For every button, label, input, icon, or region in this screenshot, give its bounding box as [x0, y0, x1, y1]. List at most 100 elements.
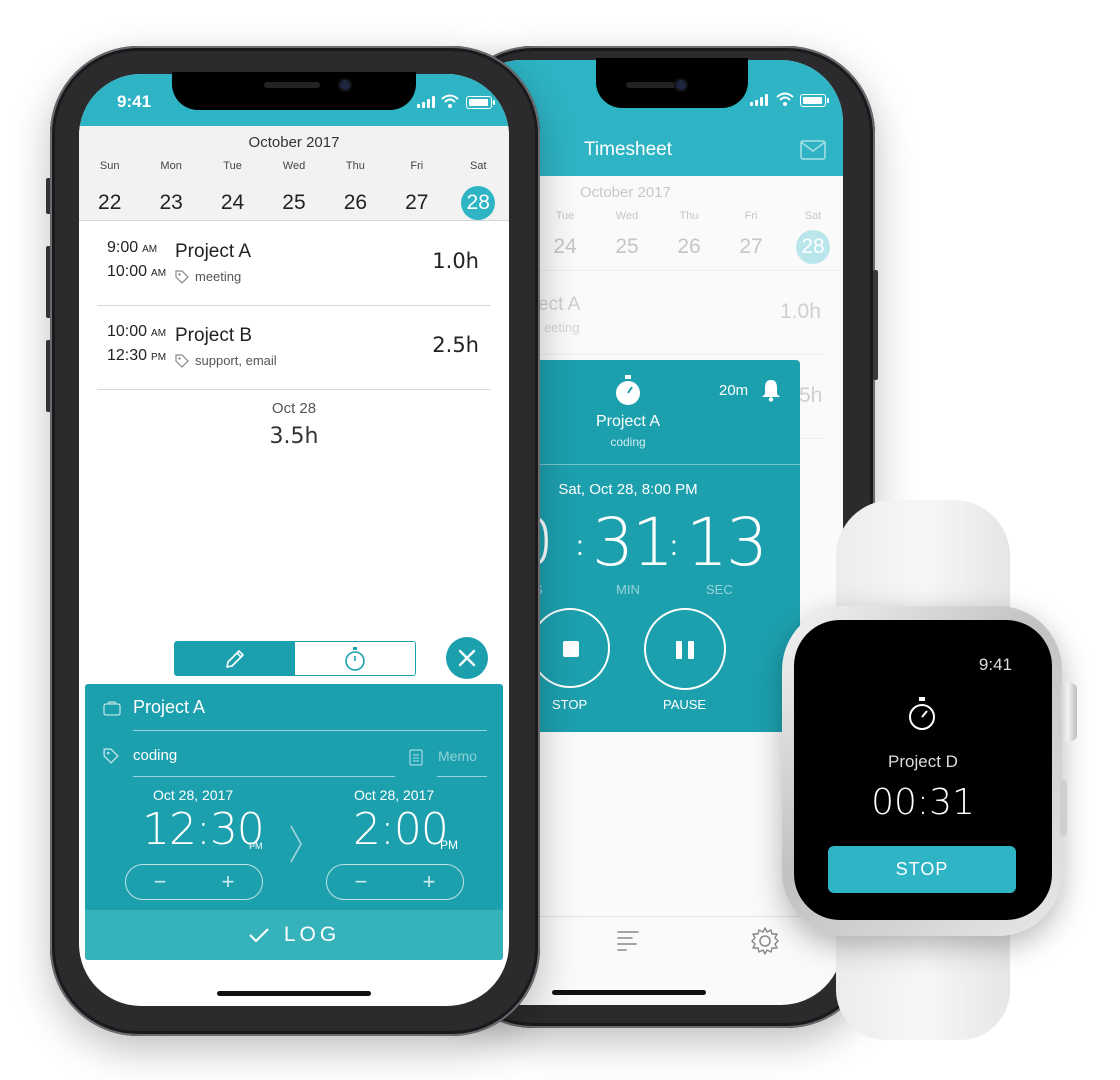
battery-icon [466, 96, 495, 109]
bg-entry-project: ect A [538, 294, 581, 315]
timer-tab[interactable] [295, 642, 415, 675]
watch-stop-label: STOP [895, 859, 949, 879]
calendar-day[interactable]: Tue 24 [202, 160, 263, 220]
tag-icon [175, 270, 189, 284]
pause-label: PAUSE [663, 697, 707, 712]
entry-tags: meeting [195, 269, 242, 284]
entry-start: 10:00 AM [107, 323, 167, 340]
entry-hours: 2.5h [432, 333, 479, 357]
gear-icon[interactable] [750, 926, 780, 956]
timer-minutes: 31 [592, 504, 674, 581]
calendar-month: October 2017 [580, 184, 671, 201]
phone-right-side-button [873, 270, 878, 380]
bell-icon[interactable] [761, 378, 781, 402]
calendar-day[interactable]: Thu 26 [325, 160, 386, 220]
timer-card: 20m Project A coding Sat, Oct 28, 8:00 P… [520, 360, 800, 732]
project-field[interactable]: Project A [133, 697, 205, 718]
tag-icon [175, 354, 189, 368]
calendar-day-selected[interactable]: Sat 28 [448, 160, 509, 220]
manual-entry-tab[interactable] [175, 642, 295, 675]
stop-icon [563, 641, 579, 657]
calendar-day-selected[interactable]: Sat 28 [782, 210, 843, 264]
phone-right-camera [676, 80, 686, 90]
field-underline [133, 730, 487, 731]
increment-button[interactable]: + [423, 869, 436, 895]
watch-screen: 9:41 Project D 00:31 STOP [794, 620, 1052, 920]
entry-tags: support, email [195, 353, 277, 368]
phone-left-camera [340, 80, 350, 90]
colon: : [576, 530, 584, 561]
calendar-day[interactable]: Thu 26 [658, 210, 720, 264]
tag-field[interactable]: coding [133, 747, 177, 764]
divider [530, 354, 825, 355]
pause-button[interactable] [644, 608, 726, 690]
digital-crown[interactable] [1059, 683, 1077, 741]
calendar-day[interactable]: Fri 27 [386, 160, 447, 220]
decrement-button[interactable]: − [154, 869, 167, 895]
stopwatch-icon [616, 375, 640, 405]
time-entry-row[interactable]: 10:00 AM 12:30 PM Project B support, email… [97, 305, 491, 390]
field-underline [133, 776, 395, 777]
end-date: Oct 28, 2017 [354, 787, 435, 803]
tag-icon [103, 748, 119, 764]
end-ampm: PM [440, 838, 458, 852]
timer-seconds: 13 [686, 504, 768, 581]
stopwatch-icon [909, 697, 935, 730]
log-label: LOG [283, 923, 341, 946]
end-time[interactable]: 2:00 [353, 804, 449, 855]
increment-button[interactable]: + [222, 869, 235, 895]
summary-total: 3.5h [269, 424, 319, 449]
phone-right-speaker [626, 82, 678, 88]
entry-hours: 1.0h [432, 249, 479, 273]
watch-elapsed: 00:31 [871, 782, 975, 823]
mail-icon[interactable] [800, 140, 826, 160]
watch-stop-button[interactable]: STOP [828, 846, 1016, 893]
entry-project: Project A [175, 241, 252, 262]
pencil-icon [226, 649, 244, 668]
wifi-icon [441, 94, 459, 108]
entry-end: 10:00 AM [107, 263, 167, 280]
field-underline [437, 776, 487, 777]
pause-icon [676, 641, 682, 659]
check-icon [249, 928, 269, 943]
signal-icon [417, 96, 435, 108]
calendar-day[interactable]: Wed 25 [596, 210, 658, 264]
summary-date: Oct 28 [271, 400, 317, 417]
log-panel: Project A coding Memo Oct 28, 2017 12:30… [85, 684, 503, 960]
calendar-month: October 2017 [248, 134, 340, 151]
start-time-stepper: − + [125, 864, 263, 900]
stop-button[interactable] [530, 608, 610, 688]
memo-icon [409, 749, 423, 766]
phone-left-screen: 9:41 October 2017 Sun 22 Mon 23 Tue 24 Wed 2… [79, 74, 509, 1006]
side-button[interactable] [1060, 780, 1067, 836]
start-time[interactable]: 12:30 [142, 804, 265, 855]
start-ampm: PM [249, 841, 263, 851]
log-button[interactable]: LOG [85, 910, 503, 960]
list-icon[interactable] [616, 928, 640, 952]
battery-icon [800, 94, 829, 107]
mode-segmented-control [174, 641, 416, 676]
end-time-stepper: − + [326, 864, 464, 900]
timer-tag: coding [610, 435, 646, 449]
calendar-day[interactable]: Sun 22 [79, 160, 140, 220]
briefcase-icon [103, 701, 121, 716]
close-icon [458, 649, 476, 667]
calendar-week: Sun 22 Mon 23 Tue 24 Wed 25 Thu 26 Fri 27 Sat 2… [79, 160, 509, 220]
divider [520, 464, 800, 465]
stopwatch-icon [345, 646, 365, 671]
timer-project: Project A [595, 413, 661, 430]
time-entry-row[interactable]: 9:00 AM 10:00 AM Project A meeting 1.0h [97, 221, 491, 306]
start-date: Oct 28, 2017 [153, 787, 234, 803]
entry-end: 12:30 PM [107, 347, 167, 364]
calendar-day[interactable]: Tue 24 [534, 210, 596, 264]
calendar-day[interactable]: Fri 27 [720, 210, 782, 264]
calendar-days: Tue 24 Wed 25 Thu 26 Fri 27 Sat 28 [534, 210, 843, 264]
memo-field[interactable]: Memo [438, 748, 477, 764]
decrement-button[interactable]: − [355, 869, 368, 895]
signal-icon [750, 94, 768, 106]
home-indicator [552, 990, 706, 995]
calendar-day[interactable]: Wed 25 [263, 160, 324, 220]
close-button[interactable] [446, 637, 488, 679]
wifi-icon [776, 92, 794, 106]
calendar-day[interactable]: Mon 23 [140, 160, 201, 220]
